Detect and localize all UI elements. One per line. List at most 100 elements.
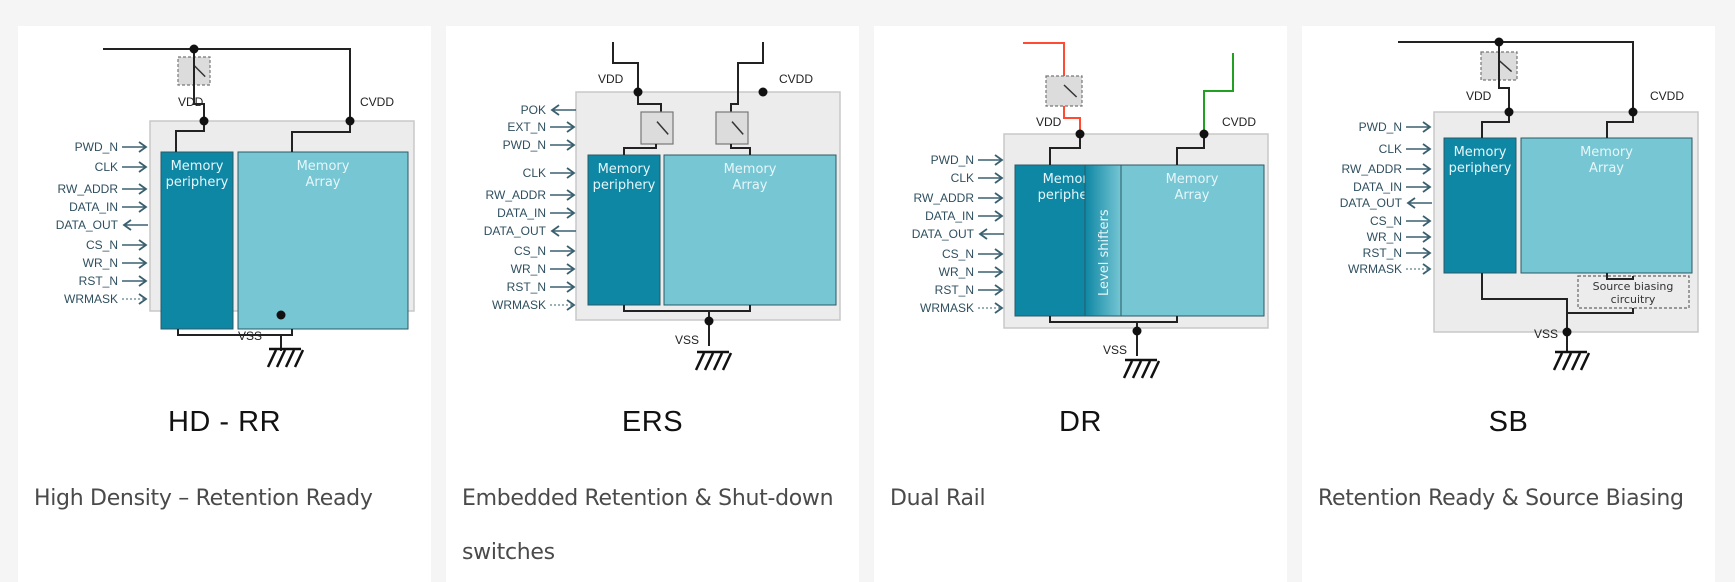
signal-label: DATA_OUT: [1340, 196, 1403, 210]
shutdown-switch: [715, 111, 749, 145]
junction-dot: [1199, 129, 1209, 139]
array-label: Memory: [724, 162, 777, 177]
ground-hatch-icon: [703, 352, 715, 371]
ground-hatch-icon: [1561, 352, 1573, 371]
card-caption[interactable]: Dual Rail: [890, 472, 1275, 526]
signal-label: WR_N: [1367, 230, 1402, 244]
vdd-label: VDD: [1466, 89, 1492, 103]
retention-switch: [640, 111, 674, 145]
card-dr[interactable]: Memory periphery Memory Array Level shifters…: [874, 26, 1287, 582]
signal-label: CS_N: [942, 247, 974, 261]
junction-dot: [1628, 107, 1638, 117]
ground-hatch-icon: [712, 352, 724, 371]
array-label: Array: [305, 175, 340, 190]
ground-hatch-icon: [1122, 360, 1134, 379]
vss-label: VSS: [1103, 343, 1127, 357]
signal-label: WRMASK: [64, 292, 118, 306]
signal-label: RST_N: [79, 274, 118, 288]
card-hd-rr[interactable]: Memory periphery Memory Array VDD CVDD VSS PWD_…: [18, 26, 431, 582]
junction-dot: [704, 316, 714, 326]
junction-dot: [276, 310, 286, 320]
signal-label: DATA_IN: [497, 206, 546, 220]
signal-label: RW_ADDR: [914, 191, 975, 205]
signal-label: RW_ADDR: [58, 182, 119, 196]
periphery-label: Memory: [598, 162, 651, 177]
cvdd-label: CVDD: [1222, 115, 1256, 129]
vss-label: VSS: [238, 329, 262, 343]
variant-title: ERS: [621, 406, 684, 438]
card-caption[interactable]: Retention Ready & Source Biasing: [1318, 472, 1703, 526]
top-power-rail: [103, 48, 351, 121]
signal-label: DATA_IN: [925, 209, 974, 223]
vss-label: VSS: [1534, 327, 1558, 341]
vss-label: VSS: [675, 333, 699, 347]
signal-label: DATA_OUT: [56, 218, 119, 232]
signal-label: PWD_N: [503, 138, 546, 152]
periphery-label: Memory: [1454, 145, 1507, 160]
signal-label: DATA_IN: [69, 200, 118, 214]
signal-label: CLK: [1379, 142, 1402, 156]
ground-hatch-icon: [284, 349, 296, 368]
diagram-hd-rr: MemoryperipheryMemoryArrayVDD CVDDVSSPWD_…: [56, 44, 415, 368]
card-caption[interactable]: Embedded Retention & Shut-down switches: [462, 472, 847, 580]
card-sb[interactable]: Memory periphery Memory Array VDD CVDD Source …: [1302, 26, 1715, 582]
vdd-label: VDD: [178, 95, 204, 109]
junction-dot: [1562, 327, 1572, 337]
vss-bus: [177, 329, 293, 336]
junction-dot: [189, 44, 199, 54]
signal-label: WRMASK: [492, 298, 546, 312]
array-label: Memory: [297, 159, 350, 174]
signal-label: PWD_N: [931, 153, 974, 167]
array-label: Memory: [1166, 172, 1219, 187]
vdd-label: VDD: [1036, 115, 1062, 129]
power-switch: [1045, 75, 1083, 107]
junction-dot: [758, 87, 768, 97]
ground-hatch-icon: [1149, 360, 1161, 379]
vdd-switched-wire: [1063, 106, 1081, 134]
signal-label: DATA_IN: [1353, 180, 1402, 194]
ground-hatch-icon: [1579, 352, 1591, 371]
periphery-label: periphery: [166, 175, 229, 190]
signal-label: WRMASK: [920, 301, 974, 315]
source-biasing-label: Source biasing: [1593, 280, 1674, 293]
ground-hatch-icon: [1140, 360, 1152, 379]
junction-dot: [1132, 326, 1142, 336]
ground-hatch-icon: [293, 349, 305, 368]
array-label: Memory: [1580, 145, 1633, 160]
signal-label: DATA_OUT: [484, 224, 547, 238]
signal-label: WR_N: [83, 256, 118, 270]
level-shifters-label: Level shifters: [1097, 209, 1112, 296]
signal-label: CS_N: [86, 238, 118, 252]
signal-label: CS_N: [1370, 214, 1402, 228]
periphery-label: Memory: [171, 159, 224, 174]
signal-label: RST_N: [935, 283, 974, 297]
vdd-label: VDD: [598, 72, 624, 86]
signal-label: CLK: [523, 166, 546, 180]
signal-label: WR_N: [511, 262, 546, 276]
ground-hatch-icon: [275, 349, 287, 368]
periphery-label: periphery: [593, 178, 656, 193]
periphery-label: periphery: [1449, 161, 1512, 176]
signal-label: RW_ADDR: [486, 188, 547, 202]
card-caption[interactable]: High Density – Retention Ready: [34, 472, 419, 526]
cvdd-label: CVDD: [779, 72, 813, 86]
signal-label: CLK: [95, 160, 118, 174]
signal-label: EXT_N: [507, 120, 546, 134]
signal-label: WRMASK: [1348, 262, 1402, 276]
array-label: Array: [1589, 161, 1624, 176]
ground-hatch-icon: [694, 352, 706, 371]
variant-title: DR: [1059, 406, 1102, 438]
ground-hatch-icon: [1570, 352, 1582, 371]
card-ers[interactable]: Memory periphery Memory Array VDD CVDD VSS POK E…: [446, 26, 859, 582]
signal-label: RST_N: [1363, 246, 1402, 260]
signal-label: CLK: [951, 171, 974, 185]
ground-hatch-icon: [266, 349, 278, 368]
junction-dot: [345, 116, 355, 126]
signal-label: PWD_N: [1359, 120, 1402, 134]
cvdd-label: CVDD: [360, 95, 394, 109]
signal-label: WR_N: [939, 265, 974, 279]
junction-dot: [1504, 107, 1514, 117]
signal-label: CS_N: [514, 244, 546, 258]
junction-dot: [633, 87, 643, 97]
diagram-sb: MemoryperipheryMemoryArrayVDD CVDDSource …: [1340, 37, 1699, 371]
